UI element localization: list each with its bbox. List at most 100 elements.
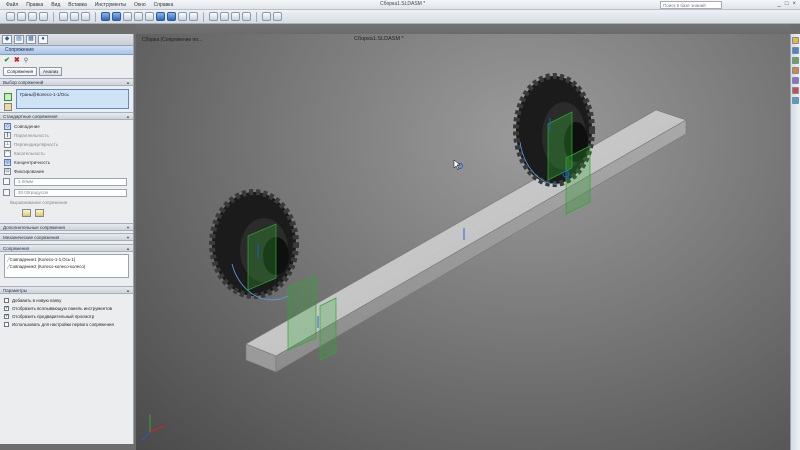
interference-detection-icon[interactable]	[242, 12, 251, 21]
concentric-icon: ◎	[4, 159, 11, 166]
confirm-row: ✔ ✖ ⚲	[0, 55, 133, 65]
mates-list[interactable]: Совпадение1 (Колесо-1-1,Ось-1) Совпадени…	[4, 254, 129, 278]
distance-row: 1.00мм	[0, 176, 133, 187]
search-icon[interactable]	[792, 67, 799, 74]
advanced-mates-header[interactable]: Дополнительные сопряжения	[0, 223, 133, 231]
custom-properties-icon[interactable]	[792, 97, 799, 104]
show-hidden-icon[interactable]	[156, 12, 165, 21]
anti-aligned-icon[interactable]	[35, 209, 44, 217]
insert-component-icon[interactable]	[101, 12, 110, 21]
explode-line-sketch-icon[interactable]	[231, 12, 240, 21]
explorer-icon[interactable]	[792, 57, 799, 64]
checkbox[interactable]: ✓	[4, 305, 9, 311]
view-palette-icon[interactable]	[792, 77, 799, 84]
maximize-button[interactable]: □	[785, 1, 789, 7]
checkbox[interactable]	[4, 321, 9, 327]
options-list: Добавить в новую папку ✓ Отобразить всплыв…	[0, 294, 133, 328]
tab-analysis[interactable]: Анализ	[39, 67, 63, 76]
pin-icon[interactable]: ⚲	[24, 57, 28, 64]
linear-pattern-icon[interactable]	[123, 12, 132, 21]
selected-entity[interactable]: Грань@Колесо-1-1/Ось	[20, 92, 69, 97]
graphics-area[interactable]: Сборка (Сопряжение по... Сборка1.SLDASM …	[136, 34, 790, 450]
menu-file[interactable]: Файл	[6, 2, 18, 8]
mate-list-item[interactable]: Совпадение1 (Колесо-1-1,Ось-1)	[7, 256, 126, 263]
home-icon[interactable]	[792, 37, 799, 44]
checkbox[interactable]: ✓	[4, 313, 9, 319]
new-document-icon[interactable]	[6, 12, 15, 21]
mode-tabs: Сопряжения Анализ	[0, 65, 133, 78]
appearances-icon[interactable]	[792, 87, 799, 94]
property-manager: ◆ ▤ ▦ ● Сопряжение ✔ ✖ ⚲ Сопряжения Анал…	[0, 34, 134, 444]
search-input[interactable]: Поиск в базе знаний	[660, 1, 722, 9]
close-button[interactable]: ×	[792, 1, 796, 7]
standard-mates-list: ◇ Совпадение ∥ Параллельность ⊥ Перпендикуляр…	[0, 120, 133, 176]
heads-up-view-toolbar	[136, 24, 790, 34]
toolbar-divider	[53, 11, 54, 22]
model-scene[interactable]	[136, 34, 790, 450]
selection-icons	[4, 93, 12, 111]
mate-type-coincident[interactable]: ◇ Совпадение	[0, 122, 133, 131]
options-icon[interactable]	[262, 12, 271, 21]
checkbox-label: Добавить в новую папку	[12, 297, 62, 303]
undo-icon[interactable]	[59, 12, 68, 21]
save-icon[interactable]	[28, 12, 37, 21]
standard-mates-header[interactable]: Стандартные сопряжения	[0, 112, 133, 120]
print-icon[interactable]	[39, 12, 48, 21]
property-manager-tab[interactable]: ▤	[14, 35, 24, 44]
option-checkbox-row[interactable]: Добавить в новую папку	[0, 296, 133, 304]
menu-bar: Файл Правка Вид Вставка Инструменты Окно…	[0, 2, 173, 8]
mate-selections-header[interactable]: Выбор сопряжений	[0, 78, 133, 86]
option-checkbox-row[interactable]: ✓ Отобразить всплывающую панель инструмен…	[0, 304, 133, 312]
help-icon[interactable]	[273, 12, 282, 21]
ok-button[interactable]: ✔	[4, 56, 10, 64]
menu-edit[interactable]: Правка	[26, 2, 43, 8]
mate-icon[interactable]	[112, 12, 121, 21]
mate-list-item[interactable]: Совпадение2 (Колесо-колесо-колесо)	[7, 263, 126, 270]
option-checkbox-row[interactable]: ✓ Отобразить предварительный просмотр	[0, 312, 133, 320]
angle-icon	[3, 189, 10, 196]
mate-type-parallel[interactable]: ∥ Параллельность	[0, 131, 133, 140]
library-icon[interactable]	[792, 47, 799, 54]
selection-face-icon	[4, 93, 12, 101]
menu-help[interactable]: Справка	[154, 2, 174, 8]
mechanical-mates-header[interactable]: Механические сопряжения	[0, 233, 133, 241]
display-manager-tab[interactable]: ●	[38, 35, 48, 44]
aligned-icon[interactable]	[22, 209, 31, 217]
smart-fasteners-icon[interactable]	[134, 12, 143, 21]
distance-field[interactable]: 1.00мм	[14, 178, 127, 186]
option-checkbox-row[interactable]: Использовать для настройки первого сопря…	[0, 320, 133, 328]
checkbox[interactable]	[4, 297, 9, 303]
mate-type-lock[interactable]: ⊡ Фиксирование	[0, 167, 133, 176]
new-motion-study-icon[interactable]	[189, 12, 198, 21]
menu-window[interactable]: Окно	[134, 2, 146, 8]
mates-header[interactable]: Сопряжения	[0, 244, 133, 252]
toolbar-divider	[95, 11, 96, 22]
move-component-icon[interactable]	[145, 12, 154, 21]
menu-insert[interactable]: Вставка	[68, 2, 87, 8]
assembly-features-icon[interactable]	[167, 12, 176, 21]
options-header[interactable]: Параметры	[0, 286, 133, 294]
rebuild-icon[interactable]	[81, 12, 90, 21]
document-title: Сборка1.SLDASM *	[380, 1, 426, 7]
mate-type-concentric[interactable]: ◎ Концентричность	[0, 158, 133, 167]
minimize-button[interactable]: _	[778, 1, 781, 7]
parallel-icon: ∥	[4, 132, 11, 139]
configuration-manager-tab[interactable]: ▦	[26, 35, 36, 44]
mate-type-tangent[interactable]: ◠ Касательность	[0, 149, 133, 158]
tab-mates[interactable]: Сопряжения	[3, 67, 38, 76]
reference-geometry-icon[interactable]	[178, 12, 187, 21]
cancel-button[interactable]: ✖	[14, 56, 20, 64]
bill-of-materials-icon[interactable]	[209, 12, 218, 21]
exploded-view-icon[interactable]	[220, 12, 229, 21]
angle-field[interactable]: 30.00градусов	[14, 189, 127, 197]
task-pane	[790, 34, 800, 450]
open-icon[interactable]	[17, 12, 26, 21]
entities-to-mate-list[interactable]: Грань@Колесо-1-1/Ось	[16, 89, 129, 109]
select-icon[interactable]	[70, 12, 79, 21]
feature-manager-tab[interactable]: ◆	[2, 35, 12, 44]
angle-row: 30.00градусов	[0, 187, 133, 198]
checkbox-label: Использовать для настройки первого сопря…	[12, 321, 114, 327]
mate-type-perpendicular[interactable]: ⊥ Перпендикулярность	[0, 140, 133, 149]
menu-tools[interactable]: Инструменты	[95, 2, 126, 8]
menu-view[interactable]: Вид	[51, 2, 60, 8]
